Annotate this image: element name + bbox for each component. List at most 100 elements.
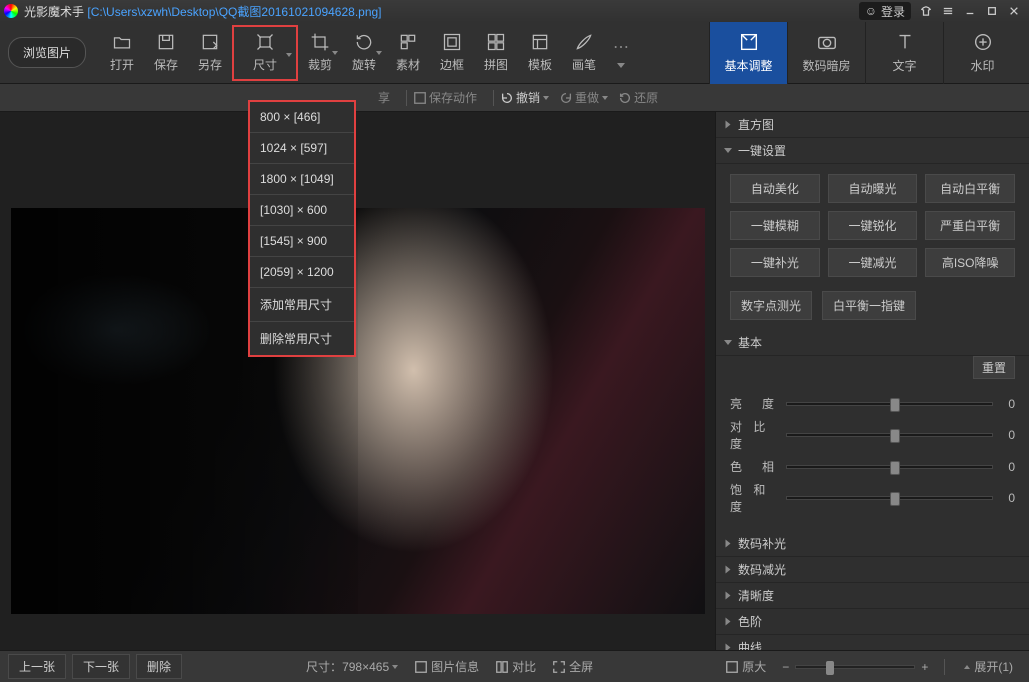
section-数码补光[interactable]: 数码补光 [716,531,1029,557]
undo-button[interactable]: 撤销 [500,89,549,106]
share-button[interactable]: 享 [378,89,390,106]
slider-thumb[interactable] [890,398,900,412]
section-色阶[interactable]: 色阶 [716,609,1029,635]
btn-auto-wb[interactable]: 自动白平衡 [925,174,1015,203]
tool-save[interactable]: 保存 [144,25,188,81]
slider-thumb[interactable] [890,492,900,506]
btn-reduce-light[interactable]: 一键减光 [828,248,918,277]
slider-label: 色 相 [730,458,778,475]
section-曲线[interactable]: 曲线 [716,635,1029,650]
zoom-track[interactable] [795,665,915,669]
section-oneclick[interactable]: 一键设置 [716,138,1029,164]
section-清晰度[interactable]: 清晰度 [716,583,1029,609]
section-数码减光[interactable]: 数码减光 [716,557,1029,583]
btn-wb-onekey[interactable]: 白平衡一指键 [822,291,916,320]
menu-button[interactable] [937,2,959,20]
size-option[interactable]: 删除常用尺寸 [250,322,354,355]
size-display: 尺寸：798×465 [306,658,398,675]
tab-basic-adjust[interactable]: 基本调整 [709,22,787,84]
btn-auto-beautify[interactable]: 自动美化 [730,174,820,203]
slider-track[interactable] [786,402,993,406]
info-button[interactable]: 图片信息 [414,658,479,675]
btn-auto-exposure[interactable]: 自动曝光 [828,174,918,203]
btn-sharpen[interactable]: 一键锐化 [828,211,918,240]
photo-preview [11,208,705,614]
size-option[interactable]: 1024 × [597] [250,133,354,164]
sub-toolbar: 享 保存动作 撤销 重做 还原 [0,84,1029,112]
slider-row: 色 相0 [730,458,1015,475]
size-option[interactable]: 添加常用尺寸 [250,288,354,322]
section-histogram[interactable]: 直方图 [716,112,1029,138]
tool-crop[interactable]: 裁剪 [298,25,342,81]
caret-icon [724,148,732,153]
maximize-button[interactable] [981,2,1003,20]
tab-watermark[interactable]: 水印 [943,22,1021,84]
app-icon [4,4,18,18]
caret-icon [726,566,731,574]
close-button[interactable] [1003,2,1025,20]
extra-grid: 数字点测光 白平衡一指键 [716,287,1029,330]
tool-template[interactable]: 模板 [518,25,562,81]
tool-brush[interactable]: 画笔 [562,25,606,81]
save-action-button[interactable]: 保存动作 [413,89,477,106]
slider-track[interactable] [786,433,993,437]
size-option[interactable]: 800 × [466] [250,102,354,133]
tool-resize[interactable]: 尺寸 [232,25,298,81]
btn-fill-light[interactable]: 一键补光 [730,248,820,277]
zoom-out-icon[interactable]: − [782,660,789,674]
tool-rotate[interactable]: 旋转 [342,25,386,81]
skin-button[interactable] [915,2,937,20]
slider-track[interactable] [786,496,993,500]
tool-more[interactable]: ⋯ [606,25,636,81]
zoom-in-icon[interactable]: + [921,660,928,674]
slider-thumb[interactable] [890,461,900,475]
size-option[interactable]: 1800 × [1049] [250,164,354,195]
chevron-down-icon [543,96,549,100]
side-panel: 直方图 一键设置 自动美化 自动曝光 自动白平衡 一键模糊 一键锐化 严重白平衡… [715,112,1029,650]
tool-material[interactable]: 素材 [386,25,430,81]
slider-row: 亮 度0 [730,395,1015,412]
tool-collage[interactable]: 拼图 [474,25,518,81]
minimize-button[interactable] [959,2,981,20]
fullscreen-button[interactable]: 全屏 [552,658,593,675]
zoom-thumb[interactable] [826,661,834,675]
btn-severe-wb[interactable]: 严重白平衡 [925,211,1015,240]
compare-button[interactable]: 对比 [495,658,536,675]
slider-thumb[interactable] [890,429,900,443]
btn-spot-meter[interactable]: 数字点测光 [730,291,812,320]
canvas-area[interactable] [0,112,715,650]
restore-button[interactable]: 还原 [618,89,658,106]
expand-button[interactable]: 展开(1) [961,658,1013,675]
caret-icon [726,540,731,548]
reset-button[interactable]: 重置 [973,356,1015,379]
prev-button[interactable]: 上一张 [8,654,66,679]
zoom-slider[interactable]: − + [782,660,928,674]
original-size-button[interactable]: 原大 [725,658,766,675]
delete-button[interactable]: 删除 [136,654,182,679]
statusbar: 上一张 下一张 删除 尺寸：798×465 图片信息 对比 全屏 原大 − + … [0,650,1029,682]
tool-saveas[interactable]: 另存 [188,25,232,81]
section-basic[interactable]: 基本 [716,330,1029,356]
caret-icon [726,618,731,626]
tool-frame[interactable]: 边框 [430,25,474,81]
size-option[interactable]: [2059] × 1200 [250,257,354,288]
btn-blur[interactable]: 一键模糊 [730,211,820,240]
chevron-down-icon [332,51,338,55]
size-option[interactable]: [1030] × 600 [250,195,354,226]
tab-text[interactable]: 文字 [865,22,943,84]
btn-iso-denoise[interactable]: 高ISO降噪 [925,248,1015,277]
tab-darkroom[interactable]: 数码暗房 [787,22,865,84]
slider-row: 对 比 度0 [730,418,1015,452]
titlebar: 光影魔术手 [C:\Users\xzwh\Desktop\QQ截图2016102… [0,0,1029,22]
size-option[interactable]: [1545] × 900 [250,226,354,257]
caret-icon [724,340,732,345]
tool-open[interactable]: 打开 [100,25,144,81]
slider-track[interactable] [786,465,993,469]
next-button[interactable]: 下一张 [72,654,130,679]
chevron-down-icon [617,63,625,68]
app-name: 光影魔术手 [24,5,84,19]
redo-button[interactable]: 重做 [559,89,608,106]
window-title: 光影魔术手 [C:\Users\xzwh\Desktop\QQ截图2016102… [24,3,859,20]
login-button[interactable]: ☺登录 [859,2,911,20]
browse-button[interactable]: 浏览图片 [8,37,86,68]
